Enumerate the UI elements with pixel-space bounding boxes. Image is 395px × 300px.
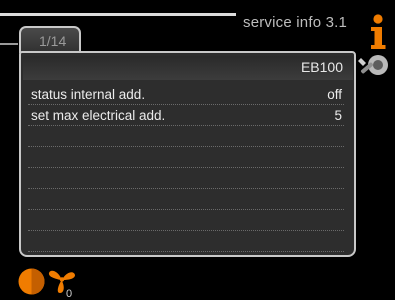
info-row xyxy=(28,210,344,231)
panel-header-label: EB100 xyxy=(300,59,343,75)
info-icon[interactable] xyxy=(367,14,389,50)
info-row xyxy=(28,126,344,147)
title-rule-short xyxy=(0,43,18,45)
info-row[interactable]: set max electrical add. 5 xyxy=(28,105,344,126)
info-row xyxy=(28,168,344,189)
tools-icon[interactable] xyxy=(358,52,392,80)
info-row xyxy=(28,231,344,252)
page-title: service info 3.1 xyxy=(243,14,348,31)
info-row[interactable]: status internal add. off xyxy=(28,84,344,105)
fan-value: 0 xyxy=(66,288,73,300)
info-row-value: 5 xyxy=(334,108,342,123)
heat-icon xyxy=(18,268,45,295)
info-row xyxy=(28,147,344,168)
info-panel: EB100 status internal add. off set max e… xyxy=(19,51,356,257)
info-row-label: status internal add. xyxy=(31,87,146,102)
info-row-label: set max electrical add. xyxy=(31,108,166,123)
info-row-value: off xyxy=(327,87,342,102)
fan-icon xyxy=(48,270,75,293)
title-rule xyxy=(0,13,236,16)
panel-header: EB100 xyxy=(23,56,353,80)
info-rows: status internal add. off set max electri… xyxy=(28,84,344,255)
page-tab-label: 1/14 xyxy=(39,33,67,49)
info-row xyxy=(28,189,344,210)
info-row xyxy=(28,252,344,255)
